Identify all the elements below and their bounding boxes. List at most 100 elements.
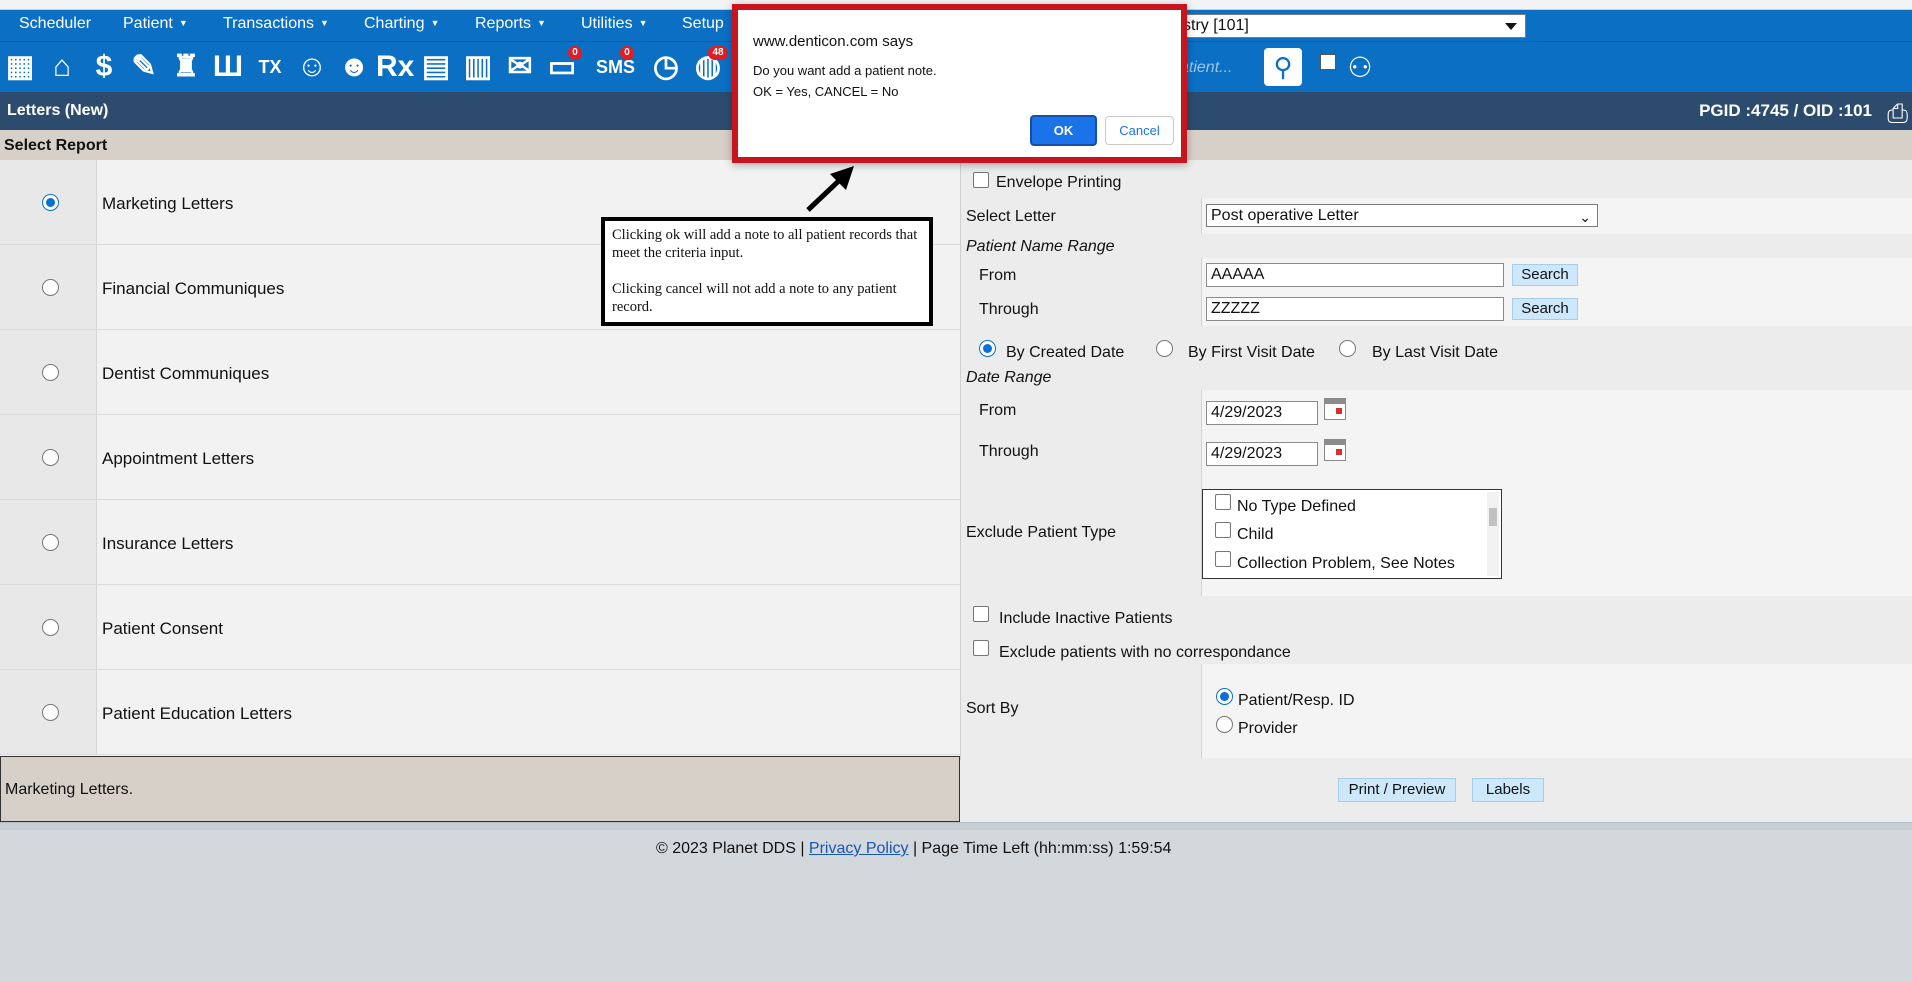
report-radio[interactable] bbox=[42, 704, 59, 721]
footer-divider bbox=[0, 822, 1912, 830]
privacy-policy-link[interactable]: Privacy Policy bbox=[809, 840, 909, 857]
labels-button[interactable]: Labels bbox=[1472, 778, 1544, 802]
patient-type-option: Child bbox=[1237, 526, 1274, 543]
name-from-search-button[interactable]: Search bbox=[1512, 264, 1578, 286]
caret-down-icon: ▼ bbox=[430, 18, 440, 28]
notes-icon[interactable]: ▤ bbox=[418, 48, 454, 86]
listbox-scrollbar[interactable] bbox=[1487, 492, 1499, 576]
report-label: Marketing Letters bbox=[102, 194, 234, 213]
report-row-education[interactable]: Patient Education Letters bbox=[0, 670, 960, 755]
select-letter-label: Select Letter bbox=[966, 208, 1056, 225]
globe-icon[interactable]: ◍ 48 bbox=[690, 46, 728, 86]
office-select[interactable]: stry [101] bbox=[1180, 14, 1526, 38]
documents-icon[interactable]: ▥ bbox=[460, 48, 496, 86]
report-radio[interactable] bbox=[42, 279, 59, 296]
scrollbar-thumb[interactable] bbox=[1489, 508, 1497, 526]
sms-icon[interactable]: SMS 0 bbox=[596, 46, 635, 86]
patient-type-checkbox[interactable] bbox=[1215, 551, 1231, 567]
tx-calendar-icon[interactable]: TX bbox=[252, 48, 288, 86]
edit-icon[interactable]: ✎ bbox=[126, 48, 162, 86]
caret-down-icon: ▼ bbox=[537, 18, 546, 28]
menu-charting[interactable]: Charting ▼ bbox=[364, 15, 439, 33]
toolbar-checkbox[interactable] bbox=[1320, 54, 1336, 70]
report-radio[interactable] bbox=[42, 364, 59, 381]
by-first-visit-radio[interactable] bbox=[1156, 340, 1173, 357]
by-first-visit-label: By First Visit Date bbox=[1188, 344, 1315, 361]
report-radio[interactable] bbox=[42, 619, 59, 636]
menu-setup[interactable]: Setup bbox=[682, 15, 724, 33]
menu-scheduler[interactable]: Scheduler bbox=[19, 15, 91, 33]
include-inactive-label: Include Inactive Patients bbox=[999, 610, 1173, 627]
calendar-picker-icon[interactable] bbox=[1324, 439, 1346, 461]
patient-search-input[interactable]: atient... bbox=[1180, 54, 1260, 82]
date-from-input[interactable]: 4/29/2023 bbox=[1206, 401, 1318, 425]
caret-down-icon: ▼ bbox=[178, 18, 188, 28]
by-last-visit-radio[interactable] bbox=[1339, 340, 1356, 357]
annotation-arrow-icon bbox=[806, 166, 854, 212]
user-search-icon[interactable]: ⚲ bbox=[1264, 48, 1302, 86]
sort-patient-id-radio[interactable] bbox=[1216, 688, 1233, 705]
menu-transactions[interactable]: Transactions ▼ bbox=[223, 15, 329, 33]
select-letter-dropdown[interactable]: Post operative Letter ⌄ bbox=[1206, 204, 1598, 227]
menu-patient[interactable]: Patient ▼ bbox=[123, 15, 188, 33]
date-through-input[interactable]: 4/29/2023 bbox=[1206, 442, 1318, 466]
print-preview-button[interactable]: Print / Preview bbox=[1338, 778, 1456, 802]
home-icon[interactable]: ⌂ bbox=[44, 48, 80, 86]
action-button-bar: Print / Preview Labels bbox=[960, 760, 1912, 822]
dollar-icon[interactable]: $ bbox=[86, 48, 122, 86]
add-family-icon[interactable]: ☻ bbox=[336, 48, 372, 86]
envelope-printing-checkbox[interactable] bbox=[973, 172, 989, 188]
by-created-date-radio[interactable] bbox=[979, 340, 996, 357]
sms-badge: 0 bbox=[620, 46, 634, 60]
clock-icon[interactable]: ◷ bbox=[648, 48, 684, 86]
dialog-ok-button[interactable]: OK bbox=[1030, 115, 1097, 146]
date-from-label: From bbox=[979, 402, 1017, 419]
exclude-no-correspondence-checkbox[interactable] bbox=[973, 640, 989, 656]
report-row-consent[interactable]: Patient Consent bbox=[0, 585, 960, 670]
report-row-appointment[interactable]: Appointment Letters bbox=[0, 415, 960, 500]
name-from-input[interactable]: AAAAA bbox=[1206, 263, 1504, 287]
messages-badge: 0 bbox=[568, 46, 582, 60]
by-created-date-label: By Created Date bbox=[1006, 344, 1125, 361]
patient-type-checkbox[interactable] bbox=[1215, 522, 1231, 538]
include-inactive-checkbox[interactable] bbox=[973, 606, 989, 622]
caret-down-icon: ▼ bbox=[320, 18, 329, 28]
dialog-cancel-button[interactable]: Cancel bbox=[1105, 116, 1174, 145]
patient-type-checkbox[interactable] bbox=[1215, 494, 1231, 510]
report-radio[interactable] bbox=[42, 449, 59, 466]
mail-icon[interactable]: ✉ bbox=[502, 48, 538, 86]
report-row-insurance[interactable]: Insurance Letters bbox=[0, 500, 960, 585]
printer-icon[interactable]: ⎙ bbox=[1887, 98, 1908, 130]
group-search-icon[interactable]: ⚇ bbox=[1340, 48, 1380, 88]
menu-utilities[interactable]: Utilities ▼ bbox=[581, 15, 647, 33]
name-through-input[interactable]: ZZZZZ bbox=[1206, 297, 1504, 321]
report-radio[interactable] bbox=[42, 534, 59, 551]
tooth-icon[interactable]: ♜ bbox=[168, 48, 204, 86]
rx-icon[interactable]: Rx bbox=[376, 48, 414, 86]
globe-badge: 48 bbox=[708, 46, 728, 60]
messages-icon[interactable]: ▭ 0 bbox=[544, 46, 582, 86]
envelope-printing-label: Envelope Printing bbox=[996, 174, 1122, 191]
footer: © 2023 Planet DDS | Privacy Policy | Pag… bbox=[656, 840, 1171, 858]
letter-options-form: Envelope Printing Select Letter Post ope… bbox=[960, 160, 1912, 822]
chevron-down-icon: ⌄ bbox=[1579, 209, 1591, 225]
teeth-icon[interactable]: Ш bbox=[210, 48, 246, 86]
report-label: Insurance Letters bbox=[102, 534, 234, 553]
report-label: Dentist Communiques bbox=[102, 364, 270, 383]
patient-type-listbox[interactable]: No Type Defined Child Collection Problem… bbox=[1202, 489, 1502, 579]
add-patient-icon[interactable]: ☺ bbox=[294, 48, 330, 86]
report-row-dentist[interactable]: Dentist Communiques bbox=[0, 330, 960, 415]
annotation-callout: Clicking ok will add a note to all patie… bbox=[601, 217, 933, 326]
report-radio[interactable] bbox=[42, 194, 59, 211]
page-time-left: | Page Time Left (hh:mm:ss) 1:59:54 bbox=[912, 840, 1172, 857]
sort-provider-radio[interactable] bbox=[1216, 716, 1233, 733]
calendar-icon[interactable]: ▦ bbox=[2, 48, 38, 86]
name-through-search-button[interactable]: Search bbox=[1512, 298, 1578, 320]
patient-type-option: No Type Defined bbox=[1237, 498, 1356, 515]
by-last-visit-label: By Last Visit Date bbox=[1372, 344, 1498, 361]
name-from-label: From bbox=[979, 267, 1017, 284]
calendar-picker-icon[interactable] bbox=[1324, 398, 1346, 420]
menu-reports[interactable]: Reports ▼ bbox=[475, 15, 546, 33]
copyright-text: © 2023 Planet DDS | bbox=[656, 840, 805, 857]
pgid-oid-label: PGID :4745 / OID :101 bbox=[1699, 101, 1872, 120]
